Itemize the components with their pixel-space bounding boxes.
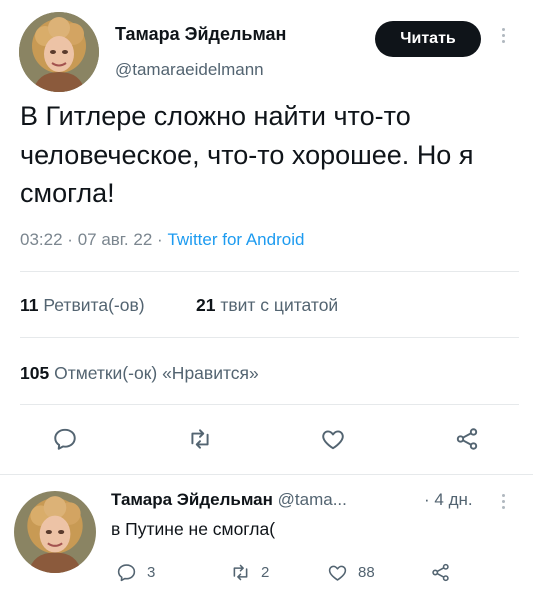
author-avatar-image — [19, 12, 99, 92]
reply-icon — [117, 564, 136, 582]
tweet-source-link[interactable]: Twitter for Android — [167, 230, 304, 249]
divider — [20, 404, 519, 405]
quotes-stat[interactable]: 21 твит с цитатой — [196, 295, 338, 316]
reply-text: в Путине не смогла( — [111, 519, 276, 539]
reply-icon — [54, 428, 76, 450]
reply-reply-button[interactable]: 3 — [116, 562, 155, 583]
likes-stat[interactable]: 105 Отметки(-ок) «Нравится» — [20, 363, 259, 384]
retweets-stat[interactable]: 11 Ретвита(-ов) — [20, 295, 145, 316]
meta-separator: · — [67, 230, 73, 249]
retweet-icon — [233, 564, 248, 581]
reply-author-name[interactable]: Тамара Эйдельман — [111, 490, 273, 509]
reply-button[interactable] — [50, 424, 80, 454]
reply-author-handle[interactable]: @tama... — [278, 490, 347, 509]
author-avatar[interactable] — [19, 12, 99, 92]
reply-author-avatar[interactable] — [14, 491, 96, 573]
reply-age[interactable]: 4 дн. — [434, 490, 472, 509]
tweet-meta: 03:22 · 07 авг. 22 · Twitter for Android — [20, 230, 304, 250]
tweet-text: В Гитлере сложно найти что-то человеческ… — [20, 101, 474, 208]
meta-separator: · — [157, 230, 163, 249]
like-icon — [322, 430, 344, 450]
reply-count: 3 — [147, 564, 156, 581]
share-icon — [456, 428, 478, 450]
quotes-count: 21 — [196, 295, 216, 315]
retweet-button[interactable] — [185, 424, 215, 454]
reply-age-wrap: · 4 дн. — [424, 490, 473, 510]
share-button[interactable] — [452, 424, 482, 454]
divider — [20, 337, 519, 338]
follow-button[interactable]: Читать — [375, 21, 481, 57]
reply-more-options-icon[interactable] — [500, 494, 506, 509]
reply-separator: · — [424, 490, 430, 509]
like-icon — [328, 565, 347, 581]
author-handle[interactable]: @tamaraeidelmann — [115, 60, 264, 80]
reply-header: Тамара Эйдельман @tama... — [111, 490, 347, 510]
reply-share-button[interactable] — [430, 562, 451, 583]
retweets-label: Ретвита(-ов) — [43, 295, 145, 315]
retweets-count: 11 — [20, 295, 39, 315]
reply-like-button[interactable]: 88 — [327, 562, 375, 583]
divider — [20, 271, 519, 272]
share-icon — [432, 563, 449, 582]
tweet-time[interactable]: 03:22 — [20, 230, 63, 249]
like-count: 88 — [358, 564, 375, 581]
retweet-icon — [191, 429, 209, 449]
thread-divider — [0, 474, 533, 475]
more-options-icon[interactable] — [500, 28, 506, 43]
tweet-date[interactable]: 07 авг. 22 — [78, 230, 153, 249]
quotes-label: твит с цитатой — [220, 295, 339, 315]
author-name[interactable]: Тамара Эйдельман — [115, 24, 286, 45]
likes-count: 105 — [20, 363, 50, 383]
reply-author-avatar-image — [14, 491, 96, 573]
likes-label: Отметки(-ок) «Нравится» — [54, 363, 259, 383]
reply-retweet-button[interactable]: 2 — [230, 562, 269, 583]
like-button[interactable] — [318, 424, 348, 454]
retweet-count: 2 — [261, 564, 270, 581]
